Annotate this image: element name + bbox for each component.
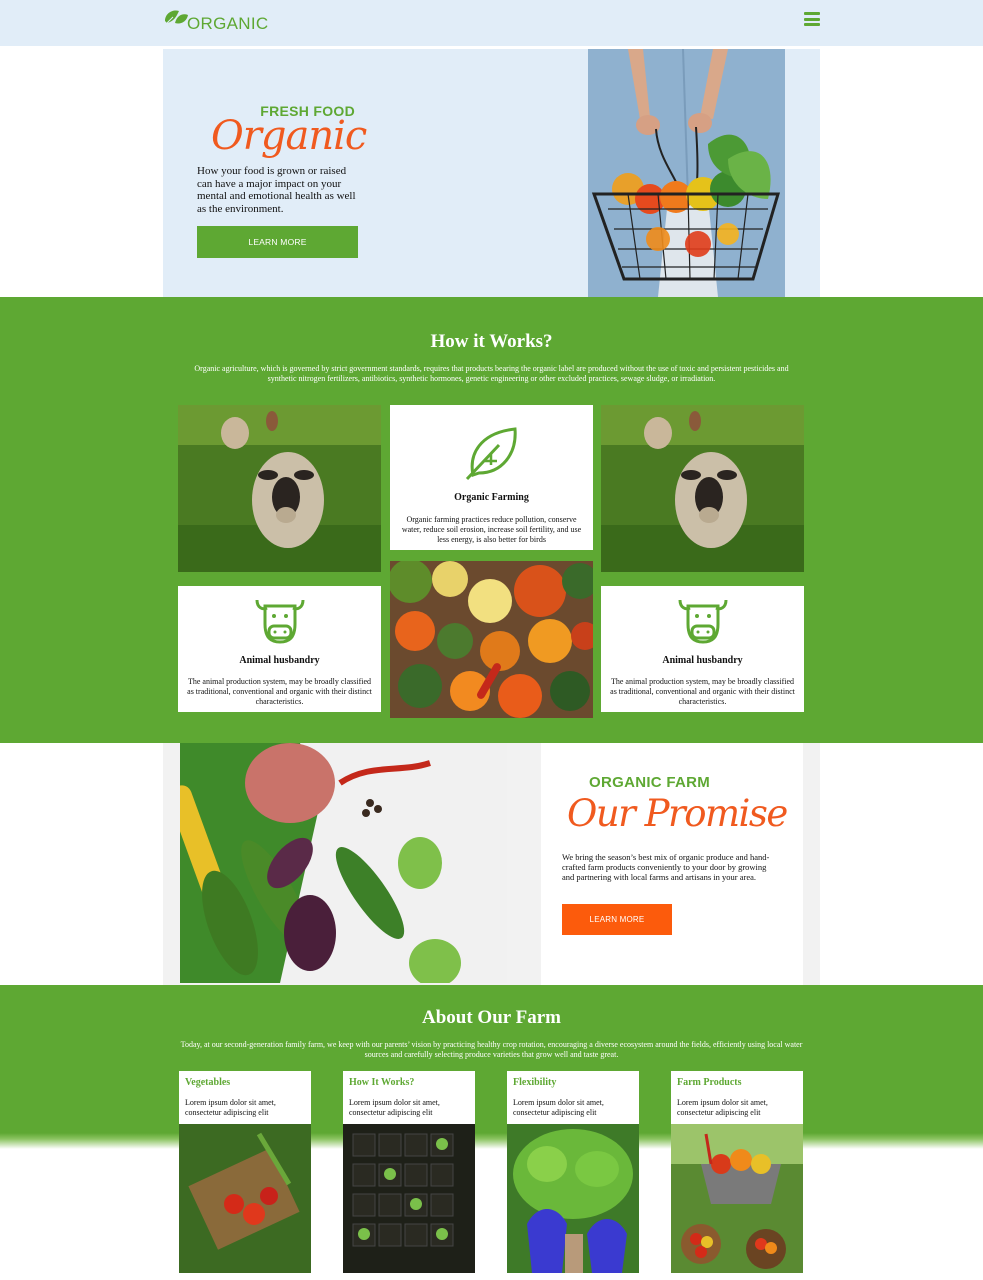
hero-image-basket: [588, 49, 785, 297]
card-text: Lorem ipsum dolor sit amet, consectetur …: [677, 1098, 768, 1117]
tile-text: Organic farming practices reduce polluti…: [401, 515, 582, 544]
about-section: About Our Farm Today, at our second-gene…: [0, 985, 983, 1280]
promise-script-title: Our Promise: [567, 792, 788, 835]
hero-script-title: Organic: [211, 113, 367, 159]
how-it-works-section: How it Works? Organic agriculture, which…: [0, 297, 983, 743]
sheep-image: [178, 405, 381, 572]
logo[interactable]: ORGANIC: [163, 6, 268, 34]
hamburger-menu-icon[interactable]: [804, 12, 820, 26]
tile-text: The animal production system, may be bro…: [610, 677, 795, 706]
about-card-vegetables[interactable]: Vegetables Lorem ipsum dolor sit amet, c…: [179, 1071, 311, 1273]
pumpkins-image: [390, 561, 593, 718]
hero-section: FRESH FOOD Organic How your food is grow…: [163, 49, 820, 297]
hero-title: FRESH FOOD Organic: [199, 95, 367, 163]
tile-title: Animal husbandry: [662, 655, 743, 666]
site-header: ORGANIC: [0, 0, 983, 46]
card-text: Lorem ipsum dolor sit amet, consectetur …: [185, 1098, 276, 1117]
promise-card: ORGANIC FARM Our Promise We bring the se…: [541, 743, 803, 985]
cow-icon: [255, 599, 304, 644]
how-title: How it Works?: [430, 331, 553, 352]
lettuce-harvest-image: [507, 1124, 639, 1273]
card-title: Flexibility: [513, 1077, 557, 1088]
about-card-how-it-works[interactable]: How It Works? Lorem ipsum dolor sit amet…: [343, 1071, 475, 1273]
card-text: Lorem ipsum dolor sit amet, consectetur …: [513, 1098, 604, 1117]
wheelbarrow-produce-image: [671, 1124, 803, 1273]
promise-kicker: ORGANIC FARM: [589, 774, 711, 791]
logo-text: ORGANIC: [187, 14, 269, 33]
promise-section: ORGANIC FARM Our Promise We bring the se…: [163, 743, 820, 985]
vegetable-crate-image: [179, 1124, 311, 1273]
tile-title: Organic Farming: [454, 492, 529, 503]
animal-husbandry-card: Animal husbandry The animal production s…: [178, 586, 381, 712]
card-title: Farm Products: [677, 1077, 742, 1088]
leaf-icon: [465, 427, 517, 481]
how-description: Organic agriculture, which is governed b…: [194, 364, 789, 383]
tile-title: Animal husbandry: [239, 655, 320, 666]
promise-learn-more-button[interactable]: LEARN MORE: [562, 904, 672, 935]
tile-text: The animal production system, may be bro…: [187, 677, 372, 706]
card-text: Lorem ipsum dolor sit amet, consectetur …: [349, 1098, 440, 1117]
animal-husbandry-card: Animal husbandry The animal production s…: [601, 586, 804, 712]
about-card-farm-products[interactable]: Farm Products Lorem ipsum dolor sit amet…: [671, 1071, 803, 1273]
about-card-flexibility[interactable]: Flexibility Lorem ipsum dolor sit amet, …: [507, 1071, 639, 1273]
leaf-icon: [165, 10, 188, 24]
cow-icon: [678, 599, 727, 644]
promise-text: We bring the season’s best mix of organi…: [562, 852, 770, 882]
about-title: About Our Farm: [422, 1007, 561, 1028]
hero-text: How your food is grown or raised can hav…: [197, 165, 356, 215]
seedling-tray-image: [343, 1124, 475, 1273]
card-title: How It Works?: [349, 1077, 415, 1088]
vegetables-image: [180, 743, 507, 983]
sheep-image: [601, 405, 804, 572]
card-title: Vegetables: [185, 1077, 231, 1088]
organic-farming-card: Organic Farming Organic farming practice…: [390, 405, 593, 550]
about-description: Today, at our second-generation family f…: [180, 1040, 803, 1059]
hero-learn-more-button[interactable]: LEARN MORE: [197, 226, 358, 258]
